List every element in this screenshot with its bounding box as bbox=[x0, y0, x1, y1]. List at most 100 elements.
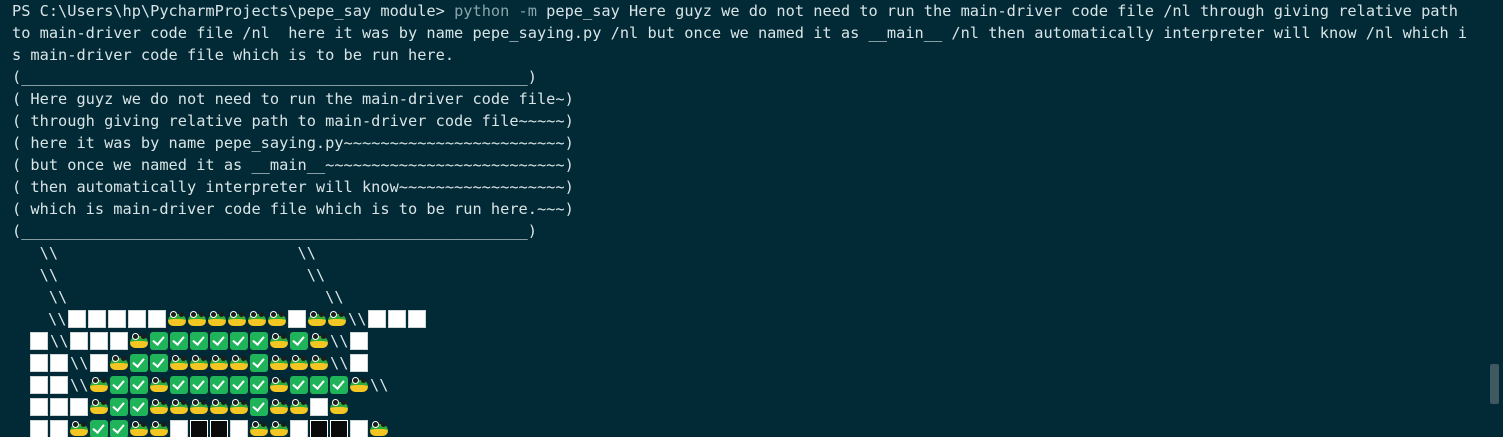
backslash-glyph: \\ bbox=[70, 354, 89, 372]
white-square-icon bbox=[70, 398, 88, 416]
frog-face-icon bbox=[168, 310, 186, 328]
check-mark-icon bbox=[230, 332, 248, 350]
frog-face-icon bbox=[370, 420, 388, 437]
check-mark-icon bbox=[250, 398, 268, 416]
check-mark-icon bbox=[210, 376, 228, 394]
check-mark-icon bbox=[250, 376, 268, 394]
check-mark-icon bbox=[190, 376, 208, 394]
speech-bubble-line: ( Here guyz we do not need to run the ma… bbox=[12, 90, 574, 108]
frog-face-icon bbox=[90, 398, 108, 416]
frog-face-icon bbox=[190, 354, 208, 372]
frog-face-icon bbox=[130, 332, 148, 350]
frog-face-icon bbox=[90, 376, 108, 394]
white-square-icon bbox=[408, 310, 426, 328]
speech-bubble-line: ( through giving relative path to main-d… bbox=[12, 112, 574, 130]
white-square-icon bbox=[110, 332, 128, 350]
white-square-icon bbox=[90, 354, 108, 372]
check-mark-icon bbox=[150, 354, 168, 372]
white-square-icon bbox=[30, 420, 48, 437]
white-square-icon bbox=[350, 420, 368, 437]
frog-face-icon bbox=[308, 310, 326, 328]
shell-prompt: PS C:\Users\hp\PycharmProjects\pepe_say … bbox=[12, 2, 455, 20]
frog-face-icon bbox=[190, 398, 208, 416]
frog-face-icon bbox=[350, 376, 368, 394]
frog-face-icon bbox=[250, 420, 268, 437]
frog-face-icon bbox=[310, 332, 328, 350]
speech-bubble-line: ( but once we named it as __main__~~~~~~… bbox=[12, 156, 574, 174]
white-square-icon bbox=[70, 332, 88, 350]
check-mark-icon bbox=[290, 376, 308, 394]
frog-face-icon bbox=[150, 376, 168, 394]
speech-tail-line: \\ \\ bbox=[12, 288, 344, 306]
check-mark-icon bbox=[250, 354, 268, 372]
speech-bubble-top: (_______________________________________… bbox=[12, 68, 537, 86]
speech-tail-line: \\ \\ bbox=[12, 266, 326, 284]
emoji-art-row bbox=[12, 396, 1503, 418]
white-square-icon bbox=[350, 332, 368, 350]
black-square-icon bbox=[190, 420, 208, 437]
command-python: python -m bbox=[454, 2, 547, 20]
pepe-emoji-art: \\ \\ \\ \\ \\ \\ \\ \\ bbox=[12, 308, 1503, 437]
check-mark-icon bbox=[110, 420, 128, 437]
frog-face-icon bbox=[270, 354, 288, 372]
check-mark-icon bbox=[250, 332, 268, 350]
white-square-icon bbox=[68, 310, 86, 328]
check-mark-icon bbox=[150, 332, 168, 350]
white-square-icon bbox=[108, 310, 126, 328]
vertical-scrollbar[interactable] bbox=[1490, 364, 1499, 404]
frog-face-icon bbox=[330, 398, 348, 416]
frog-face-icon bbox=[290, 354, 308, 372]
white-square-icon bbox=[230, 420, 248, 437]
check-mark-icon bbox=[110, 376, 128, 394]
check-mark-icon bbox=[190, 332, 208, 350]
frog-face-icon bbox=[110, 354, 128, 372]
speech-bubble-line: ( then automatically interpreter will kn… bbox=[12, 178, 574, 196]
white-square-icon bbox=[310, 398, 328, 416]
white-square-icon bbox=[50, 398, 68, 416]
check-mark-icon bbox=[230, 376, 248, 394]
white-square-icon bbox=[30, 354, 48, 372]
terminal-window[interactable]: PS C:\Users\hp\PycharmProjects\pepe_say … bbox=[0, 0, 1503, 437]
speech-bubble-line: ( here it was by name pepe_saying.py~~~~… bbox=[12, 134, 574, 152]
check-mark-icon bbox=[330, 376, 348, 394]
emoji-art-row: \\ \\ bbox=[12, 352, 1503, 374]
check-mark-icon bbox=[90, 420, 108, 437]
backslash-glyph: \\ bbox=[330, 354, 349, 372]
white-square-icon bbox=[30, 332, 48, 350]
check-mark-icon bbox=[210, 332, 228, 350]
white-square-icon bbox=[90, 332, 108, 350]
white-square-icon bbox=[170, 420, 188, 437]
frog-face-icon bbox=[70, 420, 88, 437]
frog-face-icon bbox=[210, 398, 228, 416]
check-mark-icon bbox=[130, 354, 148, 372]
frog-face-icon bbox=[248, 310, 266, 328]
emoji-art-row: \\ \\ bbox=[12, 308, 1503, 330]
frog-face-icon bbox=[230, 354, 248, 372]
frog-face-icon bbox=[210, 354, 228, 372]
black-square-icon bbox=[210, 420, 228, 437]
check-mark-icon bbox=[310, 376, 328, 394]
speech-tail-line: \\ \\ bbox=[12, 244, 316, 262]
frog-face-icon bbox=[208, 310, 226, 328]
white-square-icon bbox=[368, 310, 386, 328]
white-square-icon bbox=[148, 310, 166, 328]
frog-face-icon bbox=[230, 398, 248, 416]
backslash-glyph: \\ bbox=[50, 332, 69, 350]
check-mark-icon bbox=[170, 376, 188, 394]
white-square-icon bbox=[288, 310, 306, 328]
frog-face-icon bbox=[188, 310, 206, 328]
white-square-icon bbox=[30, 376, 48, 394]
check-mark-icon bbox=[130, 398, 148, 416]
check-mark-icon bbox=[290, 332, 308, 350]
check-mark-icon bbox=[130, 376, 148, 394]
frog-face-icon bbox=[310, 354, 328, 372]
backslash-glyph: \\ bbox=[348, 310, 367, 328]
black-square-icon bbox=[310, 420, 328, 437]
frog-face-icon bbox=[270, 420, 288, 437]
frog-face-icon bbox=[150, 398, 168, 416]
check-mark-icon bbox=[110, 398, 128, 416]
white-square-icon bbox=[388, 310, 406, 328]
check-mark-icon bbox=[170, 332, 188, 350]
frog-face-icon bbox=[328, 310, 346, 328]
emoji-art-row: \\ \\ bbox=[12, 374, 1503, 396]
